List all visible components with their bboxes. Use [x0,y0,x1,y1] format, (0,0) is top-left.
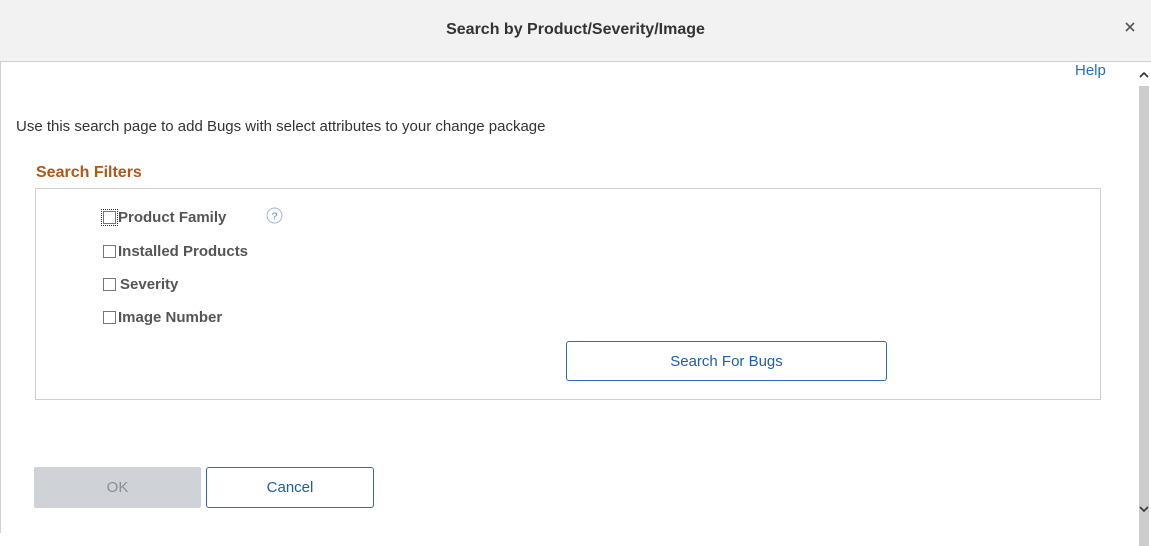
image-number-checkbox[interactable] [103,310,116,324]
filter-severity[interactable]: Severity [103,274,178,294]
cancel-button[interactable]: Cancel [206,467,374,508]
scrollbar-thumb[interactable] [1139,86,1149,546]
search-dialog: Search by Product/Severity/Image Help Us… [0,0,1151,546]
dialog-titlebar: Search by Product/Severity/Image [0,0,1151,62]
ok-button: OK [34,467,201,508]
installed-products-label: Installed Products [118,242,249,260]
chevron-down-icon[interactable] [1137,502,1151,516]
search-for-bugs-button[interactable]: Search For Bugs [566,341,887,381]
filter-product-family[interactable]: Product Family [101,207,227,227]
dialog-left-border [0,62,1,533]
severity-checkbox[interactable] [103,277,116,291]
help-link[interactable]: Help [1075,62,1106,79]
vertical-scrollbar[interactable] [1137,62,1151,546]
search-filters-heading: Search Filters [36,164,142,181]
product-family-label: Product Family [118,208,227,226]
chevron-up-icon[interactable] [1137,68,1151,82]
filter-image-number[interactable]: Image Number [103,307,222,327]
installed-products-checkbox[interactable] [103,244,116,258]
close-icon[interactable] [1122,19,1138,35]
svg-text:?: ? [272,212,278,223]
question-mark-icon[interactable]: ? [266,207,283,224]
image-number-label: Image Number [118,308,223,326]
filter-installed-products[interactable]: Installed Products [103,241,248,261]
intro-text: Use this search page to add Bugs with se… [16,118,546,135]
severity-label: Severity [120,275,179,293]
dialog-title: Search by Product/Severity/Image [446,21,705,38]
product-family-checkbox[interactable] [101,208,118,226]
